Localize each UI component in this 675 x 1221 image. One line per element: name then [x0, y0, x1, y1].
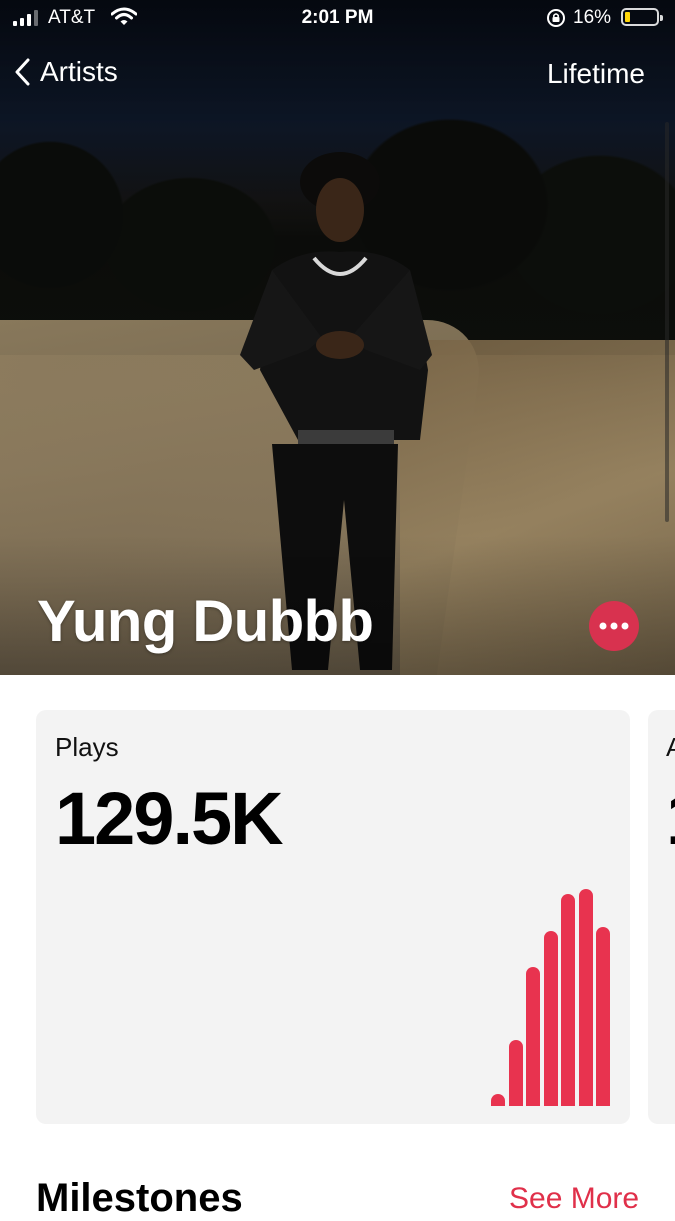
- ellipsis-icon: [599, 622, 629, 630]
- plays-label: Plays: [55, 732, 119, 762]
- more-options-button[interactable]: [589, 601, 639, 651]
- plays-chart-bar: [596, 927, 610, 1106]
- battery-percent: 16%: [573, 7, 612, 28]
- battery-icon: [621, 8, 663, 26]
- plays-card[interactable]: Plays 129.5K: [36, 710, 630, 1124]
- next-card-label: A: [666, 732, 675, 762]
- plays-value: 129.5K: [55, 777, 284, 860]
- period-button[interactable]: Lifetime: [547, 58, 645, 90]
- back-label: Artists: [40, 56, 118, 87]
- plays-chart-bar: [508, 1040, 523, 1106]
- status-bar: AT&T 2:01 PM 16%: [0, 0, 675, 40]
- plays-chart-bar: [526, 967, 540, 1106]
- rotation-lock-icon: [547, 9, 565, 27]
- plays-chart-bar: [543, 931, 558, 1106]
- plays-chart-bar: [561, 894, 575, 1106]
- back-button[interactable]: Artists: [14, 56, 118, 88]
- next-stats-card[interactable]: A 1: [648, 710, 675, 1124]
- artist-name: Yung Dubbb: [37, 589, 374, 654]
- next-card-value: 1: [666, 776, 675, 861]
- chevron-left-icon: [15, 58, 30, 86]
- milestones-title: Milestones: [36, 1176, 243, 1220]
- plays-chart: [491, 870, 616, 1106]
- see-more-link[interactable]: See More: [509, 1182, 639, 1216]
- artist-photo: [0, 0, 675, 675]
- plays-chart-bar: [578, 889, 593, 1106]
- scroll-indicator[interactable]: [665, 122, 669, 522]
- plays-chart-bar: [491, 1094, 505, 1106]
